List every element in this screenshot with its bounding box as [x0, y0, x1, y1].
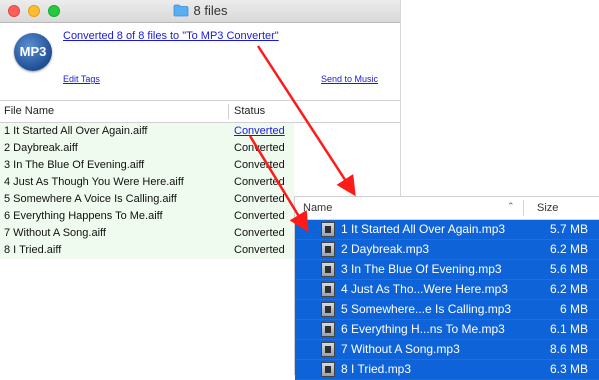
mp3-converter-logo: MP3: [14, 33, 52, 71]
title-bar[interactable]: 8 files: [0, 0, 400, 23]
window-title-group: 8 files: [0, 3, 400, 18]
audio-file-icon: [321, 342, 335, 357]
file-size: 6.1 MB: [549, 322, 588, 336]
mp3-file-name: 6 Everything H...ns To Me.mp3: [341, 322, 505, 336]
conversion-summary-link[interactable]: Converted 8 of 8 files to "To MP3 Conver…: [63, 30, 279, 42]
audio-file-icon: [321, 262, 335, 277]
column-header-status[interactable]: Status: [234, 105, 265, 117]
status-cell: Converted: [234, 210, 285, 222]
file-size: 8.6 MB: [549, 342, 588, 356]
file-name-cell: 8 I Tried.aiff: [4, 244, 62, 256]
audio-file-icon: [321, 302, 335, 317]
mp3-file-name: 4 Just As Tho...Were Here.mp3: [341, 282, 508, 296]
column-divider[interactable]: [228, 104, 229, 119]
column-divider[interactable]: [523, 200, 524, 216]
sort-chevron-icon[interactable]: ⌃: [507, 201, 515, 212]
folder-icon: [173, 4, 188, 17]
file-name-cell: 7 Without A Song.aiff: [4, 227, 106, 239]
file-size: 5.6 MB: [549, 262, 588, 276]
mp3-file-name: 5 Somewhere...e Is Calling.mp3: [341, 302, 512, 316]
status-cell: Converted: [234, 142, 285, 154]
file-size: 5.7 MB: [549, 222, 588, 236]
list-item[interactable]: 1 It Started All Over Again.mp3 5.7 MB: [295, 220, 599, 240]
window-title: 8 files: [193, 3, 228, 18]
mp3-file-name: 1 It Started All Over Again.mp3: [341, 222, 506, 236]
file-name-cell: 2 Daybreak.aiff: [4, 142, 78, 154]
list-item[interactable]: 8 I Tried.mp3 6.3 MB: [295, 360, 599, 380]
edit-tags-link[interactable]: Edit Tags: [63, 74, 100, 84]
mp3-file-name: 3 In The Blue Of Evening.mp3: [341, 262, 502, 276]
file-name-cell: 3 In The Blue Of Evening.aiff: [4, 159, 145, 171]
audio-file-icon: [321, 322, 335, 337]
finder-rows: 1 It Started All Over Again.mp3 5.7 MB 2…: [295, 220, 599, 380]
status-cell: Converted: [234, 193, 285, 205]
file-name-cell: 4 Just As Though You Were Here.aiff: [4, 176, 184, 188]
list-item[interactable]: 2 Daybreak.mp3 6.2 MB: [295, 240, 599, 260]
column-header-name[interactable]: Name: [303, 202, 332, 214]
column-header-file-name[interactable]: File Name: [4, 105, 54, 117]
list-item[interactable]: 4 Just As Tho...Were Here.mp3 6.2 MB: [295, 280, 599, 300]
file-size: 6 MB: [559, 302, 588, 316]
list-item[interactable]: 3 In The Blue Of Evening.mp3 5.6 MB: [295, 260, 599, 280]
audio-file-icon: [321, 282, 335, 297]
list-item[interactable]: 5 Somewhere...e Is Calling.mp3 6 MB: [295, 300, 599, 320]
status-cell: Converted: [234, 227, 285, 239]
file-name-cell: 1 It Started All Over Again.aiff: [4, 125, 148, 137]
list-item[interactable]: 7 Without A Song.mp3 8.6 MB: [295, 340, 599, 360]
send-to-music-link[interactable]: Send to Music: [321, 74, 378, 84]
file-size: 6.2 MB: [549, 242, 588, 256]
status-cell: Converted: [234, 159, 285, 171]
file-name-cell: 5 Somewhere A Voice Is Calling.aiff: [4, 193, 177, 205]
file-name-cell: 6 Everything Happens To Me.aiff: [4, 210, 163, 222]
audio-file-icon: [321, 362, 335, 377]
file-size: 6.2 MB: [549, 282, 588, 296]
audio-file-icon: [321, 222, 335, 237]
audio-file-icon: [321, 242, 335, 257]
status-link[interactable]: Converted: [234, 125, 285, 137]
mp3-file-name: 7 Without A Song.mp3: [341, 342, 460, 356]
table-row[interactable]: 2 Daybreak.aiff Converted: [0, 140, 400, 157]
column-header-size[interactable]: Size: [537, 202, 558, 214]
mp3-file-name: 2 Daybreak.mp3: [341, 242, 430, 256]
table-row[interactable]: 1 It Started All Over Again.aiff Convert…: [0, 123, 400, 140]
list-item[interactable]: 6 Everything H...ns To Me.mp3 6.1 MB: [295, 320, 599, 340]
table-row[interactable]: 4 Just As Though You Were Here.aiff Conv…: [0, 174, 400, 191]
finder-file-list: Name ⌃ Size 1 It Started All Over Again.…: [294, 196, 599, 380]
files-table-header: File Name Status: [0, 100, 400, 123]
finder-list-header: Name ⌃ Size: [295, 197, 599, 220]
status-cell: Converted: [234, 176, 285, 188]
table-row[interactable]: 3 In The Blue Of Evening.aiff Converted: [0, 157, 400, 174]
status-cell: Converted: [234, 244, 285, 256]
